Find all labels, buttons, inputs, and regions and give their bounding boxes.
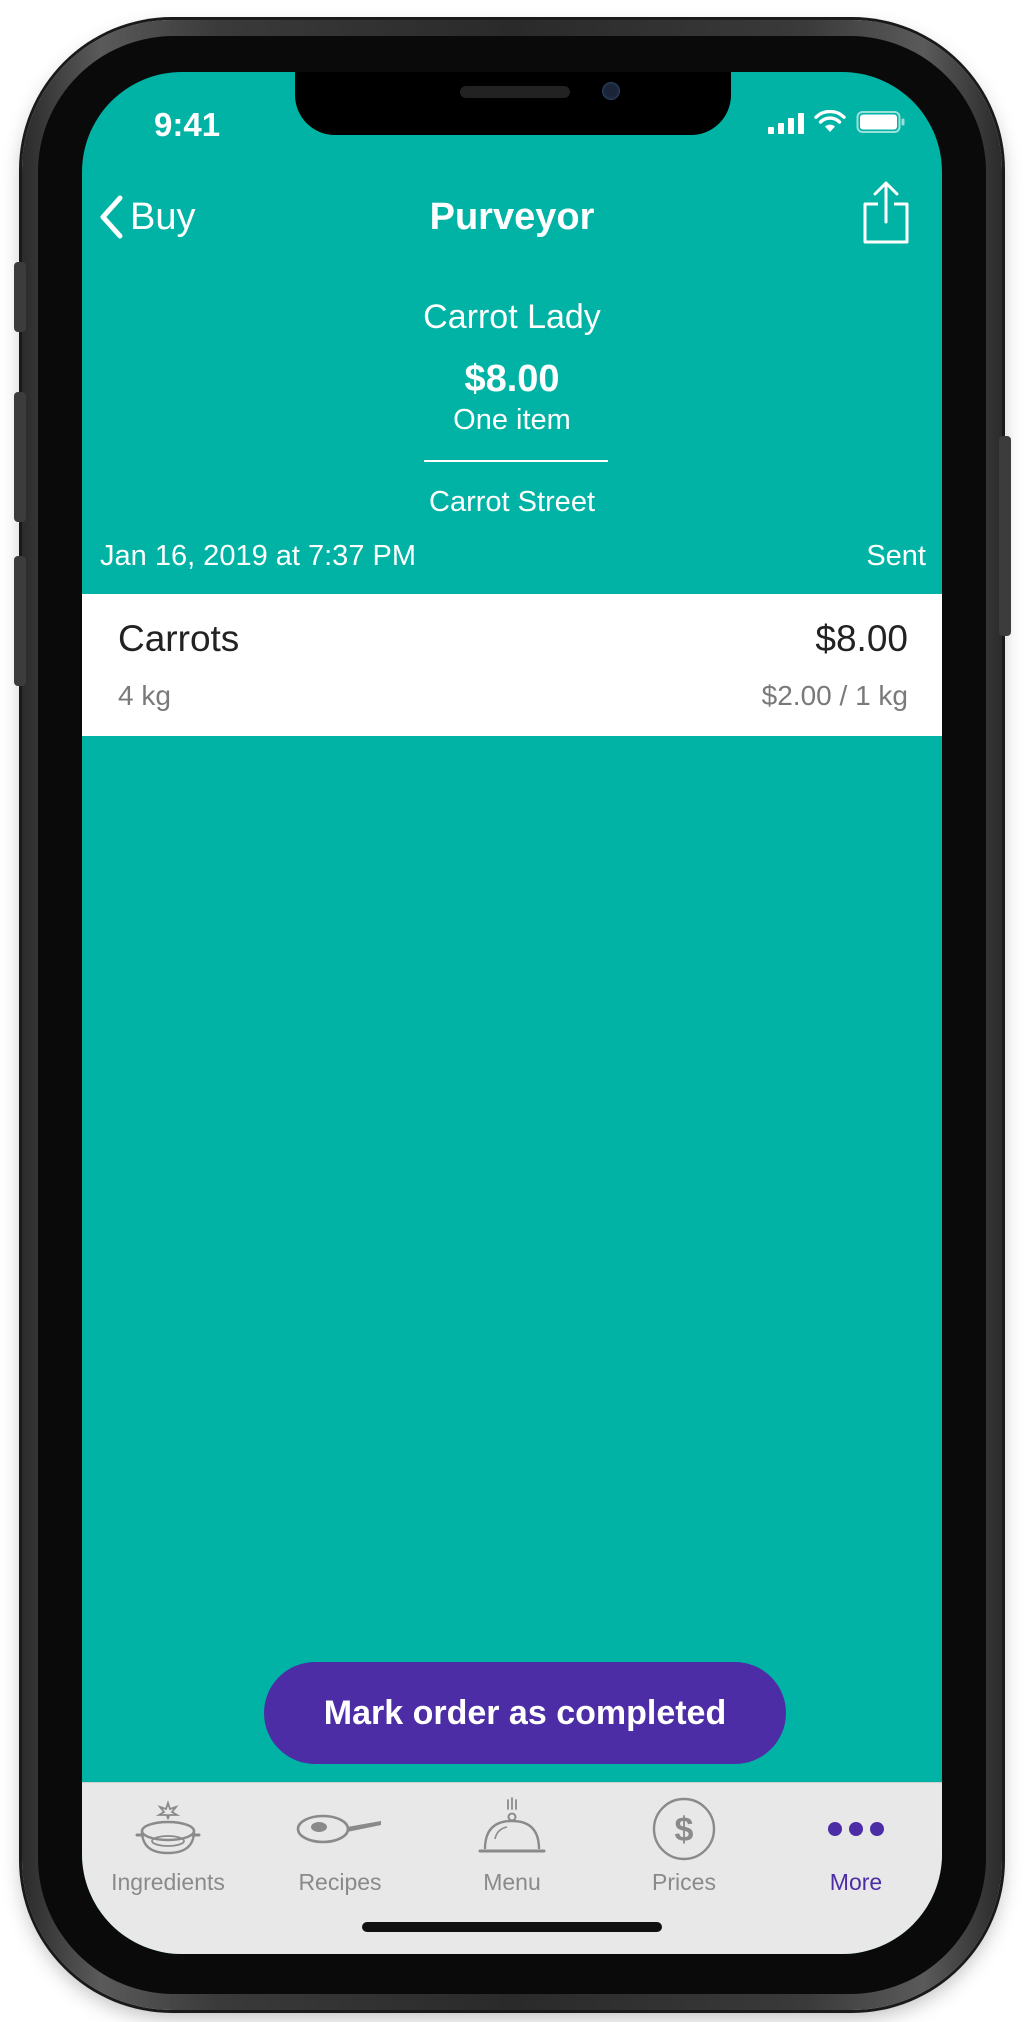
tab-prices[interactable]: $ Prices (598, 1793, 770, 1903)
header-divider (424, 460, 608, 462)
list-item[interactable]: Carrots $8.00 4 kg $2.00 / 1 kg (82, 594, 942, 736)
power-button (999, 436, 1011, 636)
tab-label: More (829, 1869, 883, 1895)
tab-label: Recipes (298, 1869, 382, 1895)
tab-ingredients[interactable]: Ingredients (82, 1793, 254, 1903)
dollar-icon: $ (652, 1797, 716, 1861)
order-total: $8.00 (464, 358, 560, 400)
order-date: Jan 16, 2019 at 7:37 PM (100, 540, 416, 572)
volume-down-button (14, 556, 26, 686)
status-icons (768, 110, 906, 134)
more-dots-icon (828, 1822, 884, 1836)
tab-more[interactable]: More (770, 1793, 942, 1903)
share-button[interactable] (860, 180, 912, 246)
silent-switch (14, 262, 26, 332)
item-unit-price: $2.00 / 1 kg (761, 680, 908, 711)
app-screen: 9:41 Buy Purveyor Carrot Lady $8.00 One … (82, 72, 942, 1954)
mark-completed-button[interactable]: Mark order as completed (264, 1662, 786, 1764)
tab-label: Menu (483, 1869, 541, 1895)
wifi-icon (814, 110, 846, 132)
purveyor-location: Carrot Street (429, 486, 595, 518)
item-price: $8.00 (815, 618, 908, 659)
tab-menu[interactable]: Menu (426, 1793, 598, 1903)
frying-pan-icon (296, 1814, 381, 1844)
battery-icon (856, 111, 905, 133)
home-indicator[interactable] (362, 1922, 662, 1932)
item-count: One item (453, 404, 571, 436)
status-time: 9:41 (154, 106, 221, 143)
item-quantity: 4 kg (118, 680, 171, 711)
purveyor-name: Carrot Lady (423, 298, 601, 336)
volume-up-button (14, 392, 26, 522)
pot-icon (135, 1800, 201, 1855)
tab-label: Prices (652, 1869, 716, 1895)
item-name: Carrots (118, 618, 240, 659)
tab-label: Ingredients (111, 1869, 225, 1895)
page-title: Purveyor (429, 196, 595, 238)
speaker-grille (460, 86, 570, 98)
svg-text:$: $ (675, 1811, 694, 1849)
cellular-signal-icon (768, 112, 804, 134)
share-icon (863, 181, 909, 244)
tab-recipes[interactable]: Recipes (254, 1793, 426, 1903)
cloche-icon (478, 1797, 546, 1853)
front-camera (602, 82, 620, 100)
order-status: Sent (866, 540, 926, 572)
notch (295, 72, 731, 135)
